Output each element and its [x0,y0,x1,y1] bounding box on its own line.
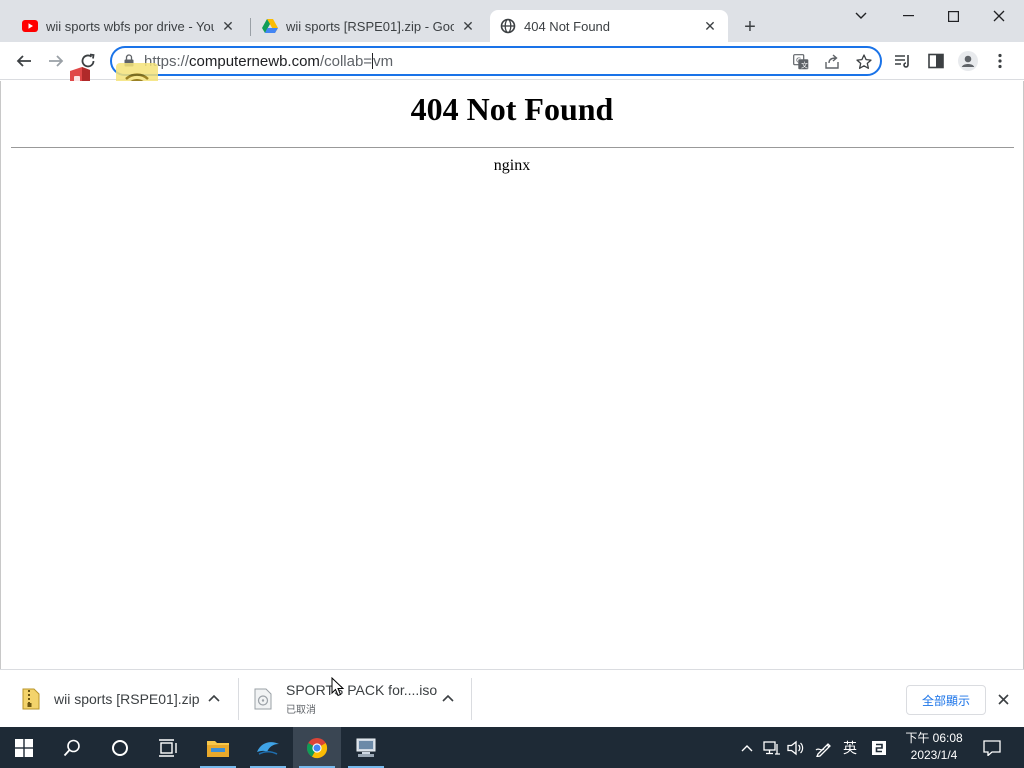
download-filename: SPORTS PACK for....iso [286,682,438,698]
youtube-icon [22,18,38,34]
url-path: /collab= [319,53,373,70]
server-name: nginx [493,157,531,174]
minimize-button[interactable] [885,0,931,32]
star-icon[interactable] [855,53,873,71]
action-center-button[interactable] [978,727,1006,768]
side-panel-icon[interactable] [926,51,946,71]
volume-tray-button[interactable] [785,727,807,768]
download-options-button[interactable] [206,690,222,706]
maximize-icon [947,10,959,22]
dolphin-emulator-button[interactable] [244,727,292,768]
tab-separator [250,18,251,36]
network-app-button[interactable] [342,727,390,768]
kebab-menu-icon[interactable] [990,51,1010,71]
mouse-cursor-icon [331,677,345,697]
globe-icon [500,18,516,34]
task-view-icon [159,738,177,757]
show-all-downloads-button[interactable]: 全部顯示 [906,685,986,715]
close-window-button[interactable] [976,0,1022,32]
forward-button[interactable] [42,47,70,75]
chevron-up-icon [208,694,220,702]
close-icon [997,693,1009,705]
tab-title: 404 Not Found [524,18,611,34]
download-item[interactable]: wii sports [RSPE01].zip [22,678,200,720]
tab-404-not-found[interactable]: 404 Not Found ✕ [490,10,728,42]
close-tab-icon[interactable]: ✕ [460,18,476,34]
system-clock[interactable]: 下午 06:08 2023/1/4 [896,730,972,764]
pen-icon [815,742,831,757]
clock-date: 2023/1/4 [910,748,958,762]
back-button[interactable] [10,47,38,75]
windows-logo-icon [15,738,33,757]
network-icon [763,740,780,755]
search-button[interactable] [48,727,96,768]
dolphin-icon [257,741,279,755]
google-drive-icon [262,18,278,34]
download-item[interactable]: SPORTS PACK for....iso 已取消 [254,678,437,720]
download-options-button[interactable] [440,690,456,706]
download-filename: wii sports [RSPE01].zip [54,691,200,707]
ime-language-indicator[interactable]: 英 [838,727,862,768]
download-shelf: wii sports [RSPE01].zip SPORTS PACK for.… [0,669,1024,727]
cortana-button[interactable] [96,727,144,768]
chrome-icon [306,737,328,758]
page-content: 404 Not Found nginx [0,81,1024,669]
close-tab-icon[interactable]: ✕ [220,18,236,34]
download-separator [238,678,239,720]
svg-text:文: 文 [801,61,808,70]
zip-file-icon [22,688,40,710]
arrow-left-icon [16,55,31,67]
close-tab-icon[interactable]: ✕ [702,18,718,34]
ime-mode-button[interactable] [866,727,892,768]
tab-google-drive[interactable]: wii sports [RSPE01].zip - Google Drive ✕ [252,10,486,42]
tab-title: wii sports wbfs por drive - YouTube [46,18,214,34]
tab-title: wii sports [RSPE01].zip - Google Drive [286,18,454,34]
close-icon [993,10,1005,22]
reading-list-icon[interactable] [893,51,913,71]
translate-icon[interactable]: G文 [792,53,810,71]
chevron-down-icon [855,12,867,19]
download-separator [471,678,472,720]
share-icon[interactable] [823,53,841,71]
url-host: computernewb.com [189,53,320,70]
tab-strip: wii sports wbfs por drive - YouTube ✕ wi… [0,0,1024,42]
notification-icon [983,739,1001,756]
arrow-right-icon [49,55,64,67]
new-tab-button[interactable]: + [738,15,762,39]
network-tray-button[interactable] [761,727,783,768]
clock-time: 下午 06:08 [905,731,963,745]
address-bar[interactable]: https://computernewb.com/collab=vm G文 [110,46,882,76]
pen-workspace-button[interactable] [812,727,836,768]
chrome-taskbar-button[interactable] [293,727,341,768]
ime-mode-icon [872,740,886,755]
maximize-button[interactable] [930,0,976,32]
horizontal-rule [11,147,1014,148]
speaker-icon [787,740,804,755]
folder-icon [207,740,229,757]
file-explorer-button[interactable] [194,727,242,768]
cortana-circle-icon [112,739,128,756]
error-heading: 404 Not Found [410,91,614,127]
task-view-button[interactable] [144,727,192,768]
windows-taskbar: 英 下午 06:08 2023/1/4 [0,727,1024,768]
computer-network-icon [356,738,376,757]
tab-search-button[interactable] [838,0,884,32]
minimize-icon [902,15,914,17]
profile-avatar-icon[interactable] [958,51,978,71]
chevron-up-icon [741,744,753,751]
download-status: 已取消 [286,705,316,716]
tab-youtube[interactable]: wii sports wbfs por drive - YouTube ✕ [12,10,246,42]
url-path-rest: vm [373,53,394,70]
search-icon [63,739,80,756]
chevron-up-icon [442,694,454,702]
url-text[interactable]: https://computernewb.com/collab=vm [144,53,393,70]
start-button[interactable] [0,727,48,768]
show-hidden-icons-button[interactable] [738,727,756,768]
disc-file-icon [254,688,272,710]
close-shelf-button[interactable] [994,690,1012,708]
